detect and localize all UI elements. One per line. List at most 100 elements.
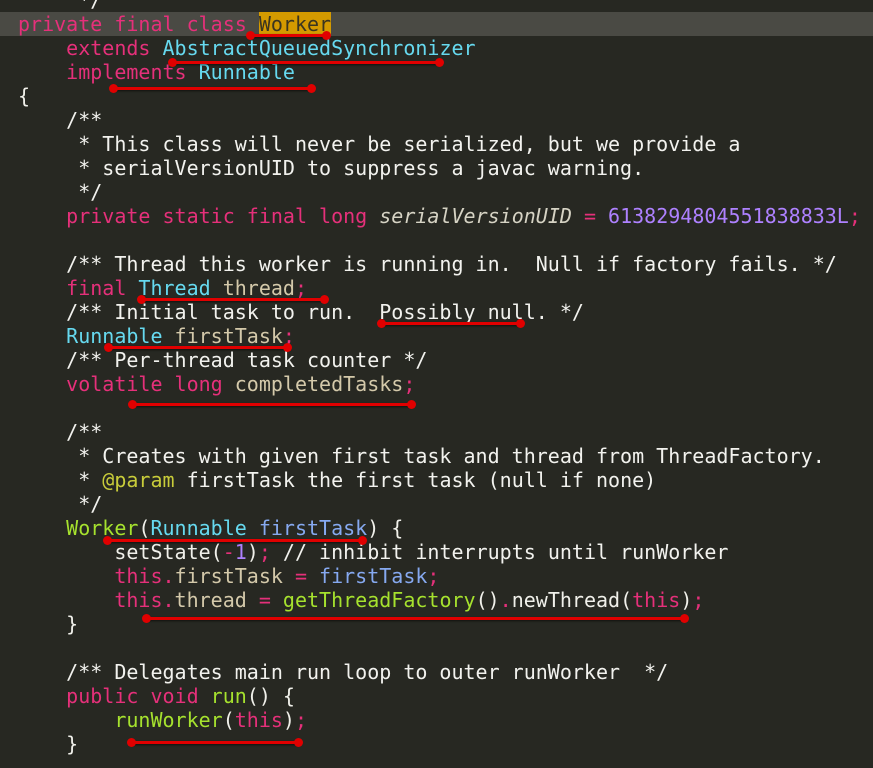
- code-token: /** Initial task to run. Possibly null. …: [18, 300, 584, 324]
- code-token: private static final long: [66, 204, 380, 228]
- code-token: firstTask: [174, 324, 283, 348]
- code-token: () {: [246, 684, 295, 708]
- code-token: * serialVersionUID to suppress a javac w…: [18, 156, 645, 180]
- code-token: final: [66, 276, 139, 300]
- code-line[interactable]: * This class will never be serialized, b…: [18, 132, 861, 156]
- code-token: getThreadFactory: [282, 588, 476, 612]
- code-token: ;: [848, 204, 861, 228]
- code-line[interactable]: ​: [18, 228, 861, 252]
- code-line[interactable]: * Creates with given first task and thre…: [18, 444, 861, 468]
- code-token: }: [18, 612, 79, 636]
- code-line[interactable]: volatile long completedTasks;: [18, 372, 861, 396]
- code-token: {: [18, 84, 31, 108]
- code-line[interactable]: runWorker(this);: [18, 708, 861, 732]
- code-line[interactable]: extends AbstractQueuedSynchronizer: [18, 36, 861, 60]
- code-token: setState(: [18, 540, 223, 564]
- code-token: ;: [258, 540, 271, 564]
- code-line[interactable]: }: [18, 732, 861, 756]
- code-token: this: [234, 708, 283, 732]
- code-line[interactable]: public void run() {: [18, 684, 861, 708]
- code-token: AbstractQueuedSynchronizer: [162, 36, 476, 60]
- code-token: * Creates with given first task and thre…: [18, 444, 825, 468]
- code-line[interactable]: private static final long serialVersionU…: [18, 204, 861, 228]
- code-token: -: [222, 540, 235, 564]
- code-token: completedTasks: [234, 372, 404, 396]
- code-token: this: [632, 588, 681, 612]
- code-line[interactable]: private final class Worker: [0, 12, 873, 36]
- annotation-underline-worker: [246, 31, 331, 40]
- code-token: * This class will never be serialized, b…: [18, 132, 741, 156]
- code-token: Runnable: [150, 516, 259, 540]
- annotation-underline-aqs: [168, 58, 444, 67]
- code-token: 1: [234, 540, 247, 564]
- code-token: =: [282, 564, 320, 588]
- code-token: volatile long: [66, 372, 235, 396]
- code-line[interactable]: * @param firstTask the first task (null …: [18, 468, 861, 492]
- code-line[interactable]: /** Initial task to run. Possibly null. …: [18, 300, 861, 324]
- code-line[interactable]: /** Per-thread task counter */: [18, 348, 861, 372]
- code-line[interactable]: /** Delegates main run loop to outer run…: [18, 660, 861, 684]
- annotation-underline-firsttask-field: [104, 343, 292, 352]
- code-token: ) {: [367, 516, 404, 540]
- code-token: this.: [114, 564, 175, 588]
- code-token: run: [210, 684, 247, 708]
- annotation-underline-runworker: [127, 738, 303, 747]
- code-token: Runnable: [66, 324, 175, 348]
- code-token: */: [18, 492, 103, 516]
- code-token: */: [18, 0, 103, 12]
- code-token: // inhibit interrupts until runWorker: [270, 540, 729, 564]
- code-line[interactable]: * serialVersionUID to suppress a javac w…: [18, 156, 861, 180]
- code-line[interactable]: setState(-1); // inhibit interrupts unti…: [18, 540, 861, 564]
- code-line[interactable]: /**: [18, 420, 861, 444]
- code-line[interactable]: /** Thread this worker is running in. Nu…: [18, 252, 861, 276]
- code-line[interactable]: this.firstTask = firstTask;: [18, 564, 861, 588]
- code-line[interactable]: */: [18, 180, 861, 204]
- code-token: firstTask: [174, 564, 283, 588]
- code-token: (: [222, 708, 235, 732]
- annotation-underline-possibly-null: [377, 319, 525, 328]
- code-token: /** Delegates main run loop to outer run…: [18, 660, 669, 684]
- code-token: .: [499, 588, 512, 612]
- code-token: firstTask the first task (null if none): [174, 468, 657, 492]
- code-line[interactable]: /**: [18, 108, 861, 132]
- code-editor[interactable]: */private final class Worker extends Abs…: [0, 0, 873, 756]
- code-token: =: [246, 588, 283, 612]
- code-token: @param: [102, 468, 175, 492]
- code-token: *: [18, 468, 103, 492]
- code-token: ;: [294, 708, 308, 732]
- code-token: ;: [427, 564, 440, 588]
- code-token: ): [246, 540, 259, 564]
- code-token: Worker: [258, 12, 332, 36]
- code-line[interactable]: this.thread = getThreadFactory().newThre…: [18, 588, 861, 612]
- code-token: thread: [174, 588, 247, 612]
- code-line[interactable]: Runnable firstTask;: [18, 324, 861, 348]
- code-token: public void: [66, 684, 211, 708]
- code-token: newThread(: [511, 588, 633, 612]
- code-token: firstTask: [319, 564, 428, 588]
- annotation-underline-constructor: [103, 536, 367, 545]
- annotation-underline-completedtasks: [128, 400, 416, 409]
- code-token: ;: [403, 372, 416, 396]
- code-line[interactable]: ​: [18, 636, 861, 660]
- annotation-underline-runnable: [109, 84, 316, 93]
- code-line[interactable]: Worker(Runnable firstTask) {: [18, 516, 861, 540]
- code-line[interactable]: */: [18, 0, 861, 12]
- code-token: ): [680, 588, 693, 612]
- code-token: extends: [66, 36, 163, 60]
- code-token: thread: [222, 276, 295, 300]
- code-token: }: [18, 732, 79, 756]
- code-token: private final class: [18, 12, 259, 36]
- code-token: ;: [294, 276, 308, 300]
- code-line[interactable]: */: [18, 492, 861, 516]
- code-token: ;: [692, 588, 705, 612]
- code-line[interactable]: ​: [18, 396, 861, 420]
